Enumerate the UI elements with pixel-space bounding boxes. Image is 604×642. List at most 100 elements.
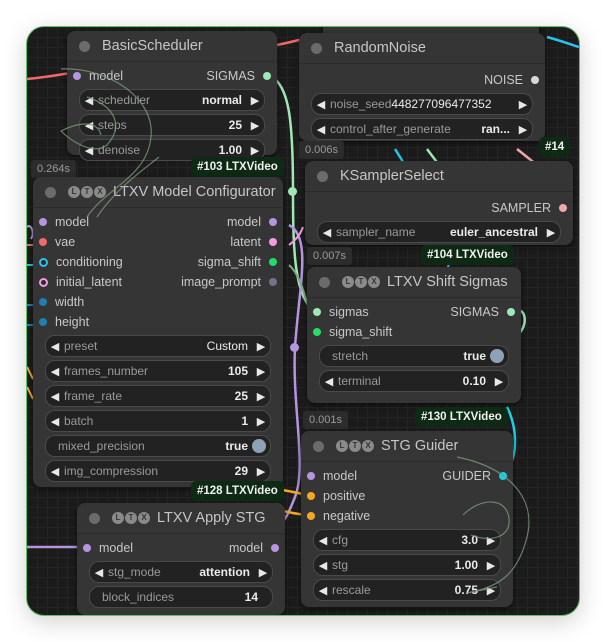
toggle-knob-icon[interactable] — [252, 439, 266, 453]
node-title[interactable]: LTX STG Guider — [301, 431, 513, 462]
widget-img-compression[interactable]: ◀ img_compression 29 ▶ — [45, 460, 271, 482]
arrow-left-icon[interactable]: ◀ — [46, 390, 64, 403]
widget-steps[interactable]: ◀ steps 25 ▶ — [79, 114, 265, 136]
collapse-dot-icon[interactable] — [313, 440, 324, 452]
toggle-stretch[interactable]: stretch true — [319, 345, 509, 367]
slot-dot-icon[interactable] — [269, 258, 277, 266]
widget-frame-rate[interactable]: ◀ frame_rate 25 ▶ — [45, 385, 271, 407]
slot-dot-icon[interactable] — [39, 238, 47, 246]
arrow-left-icon[interactable]: ◀ — [46, 415, 64, 428]
input-slot-model[interactable]: model — [83, 538, 133, 558]
output-slot-sigmas[interactable]: SIGMAS — [206, 66, 271, 86]
toggle-knob-icon[interactable] — [490, 349, 504, 363]
node-title[interactable]: LTX LTXV Apply STG — [77, 503, 285, 534]
widget-terminal[interactable]: ◀ terminal 0.10 ▶ — [319, 370, 509, 392]
input-slot-initial-latent[interactable]: initial_latent — [39, 272, 122, 292]
node-basic-scheduler[interactable]: BasicScheduler model SIGMAS ◀ scheduler … — [67, 31, 277, 161]
collapse-dot-icon[interactable] — [79, 40, 90, 52]
arrow-right-icon[interactable]: ▶ — [252, 415, 270, 428]
arrow-left-icon[interactable]: ◀ — [46, 465, 64, 478]
collapse-dot-icon[interactable] — [45, 186, 56, 198]
widget-stg[interactable]: ◀ stg 1.00 ▶ — [313, 554, 501, 576]
widget-noise-seed[interactable]: ◀ noise_seed 448277096477352 ▶ — [311, 93, 533, 115]
widget-block-indices[interactable]: block_indices 14 — [89, 586, 273, 608]
slot-dot-icon[interactable] — [307, 492, 315, 500]
arrow-left-icon[interactable]: ◀ — [318, 226, 336, 239]
slot-dot-icon[interactable] — [531, 76, 539, 84]
arrow-right-icon[interactable]: ▶ — [252, 390, 270, 403]
arrow-right-icon[interactable]: ▶ — [246, 119, 264, 132]
slot-dot-icon[interactable] — [313, 308, 321, 316]
arrow-left-icon[interactable]: ◀ — [312, 123, 330, 136]
arrow-right-icon[interactable]: ▶ — [482, 534, 500, 547]
node-title[interactable]: KSamplerSelect — [305, 161, 573, 192]
slot-dot-icon[interactable] — [39, 318, 47, 326]
collapse-dot-icon[interactable] — [319, 276, 330, 288]
arrow-right-icon[interactable]: ▶ — [246, 94, 264, 107]
node-ltxv-apply-stg[interactable]: LTX LTXV Apply STG model model ◀ stg_mod… — [77, 503, 285, 615]
widget-rescale[interactable]: ◀ rescale 0.75 ▶ — [313, 579, 501, 601]
node-ltxv-shift-sigmas[interactable]: LTX LTXV Shift Sigmas sigmas SIGMAS sigm… — [307, 267, 521, 403]
node-ltxv-model-configurator[interactable]: LTX LTXV Model Configurator model model … — [33, 177, 283, 487]
arrow-left-icon[interactable]: ◀ — [80, 144, 98, 157]
reroute-point-sigmas[interactable] — [288, 187, 297, 196]
slot-dot-icon[interactable] — [73, 72, 81, 80]
collapse-dot-icon[interactable] — [317, 170, 328, 182]
widget-stg-mode[interactable]: ◀ stg_mode attention ▶ — [89, 561, 273, 583]
arrow-left-icon[interactable]: ◀ — [90, 566, 108, 579]
input-slot-sigma-shift[interactable]: sigma_shift — [313, 322, 392, 342]
node-title[interactable]: RandomNoise — [299, 33, 545, 64]
slot-dot-icon[interactable] — [263, 72, 271, 80]
output-slot-model[interactable]: model — [229, 538, 279, 558]
node-title[interactable]: LTX LTXV Shift Sigmas — [307, 267, 521, 298]
widget-batch[interactable]: ◀ batch 1 ▶ — [45, 410, 271, 432]
output-slot-image-prompt[interactable]: image_prompt — [181, 272, 277, 292]
arrow-right-icon[interactable]: ▶ — [246, 144, 264, 157]
arrow-left-icon[interactable]: ◀ — [314, 534, 332, 547]
output-slot-noise[interactable]: NOISE — [484, 70, 539, 90]
slot-dot-icon[interactable] — [39, 298, 47, 306]
output-slot-model[interactable]: model — [227, 212, 277, 232]
output-slot-latent[interactable]: latent — [230, 232, 277, 252]
widget-preset[interactable]: ◀ preset Custom ▶ — [45, 335, 271, 357]
slot-dot-icon[interactable] — [39, 218, 47, 226]
collapse-dot-icon[interactable] — [89, 512, 100, 524]
output-slot-sampler[interactable]: SAMPLER — [491, 198, 567, 218]
arrow-right-icon[interactable]: ▶ — [514, 98, 532, 111]
input-slot-model[interactable]: model — [307, 466, 357, 486]
arrow-right-icon[interactable]: ▶ — [252, 340, 270, 353]
widget-cfg[interactable]: ◀ cfg 3.0 ▶ — [313, 529, 501, 551]
slot-dot-icon[interactable] — [269, 238, 277, 246]
slot-dot-icon[interactable] — [559, 204, 567, 212]
widget-scheduler[interactable]: ◀ scheduler normal ▶ — [79, 89, 265, 111]
arrow-left-icon[interactable]: ◀ — [46, 365, 64, 378]
input-slot-height[interactable]: height — [39, 312, 89, 332]
slot-dot-icon[interactable] — [269, 278, 277, 286]
arrow-right-icon[interactable]: ▶ — [482, 559, 500, 572]
arrow-left-icon[interactable]: ◀ — [80, 94, 98, 107]
arrow-right-icon[interactable]: ▶ — [254, 566, 272, 579]
arrow-right-icon[interactable]: ▶ — [252, 365, 270, 378]
input-slot-positive[interactable]: positive — [307, 486, 365, 506]
arrow-right-icon[interactable]: ▶ — [542, 226, 560, 239]
slot-dot-icon[interactable] — [313, 328, 321, 336]
widget-sampler-name[interactable]: ◀ sampler_name euler_ancestral ▶ — [317, 221, 561, 243]
node-ksampler-select[interactable]: KSamplerSelect SAMPLER ◀ sampler_name eu… — [305, 161, 573, 245]
slot-dot-icon[interactable] — [307, 472, 315, 480]
slot-dot-icon[interactable] — [507, 308, 515, 316]
slot-dot-icon[interactable] — [83, 544, 91, 552]
input-slot-conditioning[interactable]: conditioning — [39, 252, 123, 272]
slot-dot-icon[interactable] — [39, 277, 48, 287]
arrow-left-icon[interactable]: ◀ — [314, 584, 332, 597]
toggle-mixed-precision[interactable]: mixed_precision true — [45, 435, 271, 457]
arrow-left-icon[interactable]: ◀ — [312, 98, 330, 111]
widget-frames-number[interactable]: ◀ frames_number 105 ▶ — [45, 360, 271, 382]
arrow-right-icon[interactable]: ▶ — [252, 465, 270, 478]
arrow-right-icon[interactable]: ▶ — [482, 584, 500, 597]
slot-dot-icon[interactable] — [307, 512, 315, 520]
input-slot-negative[interactable]: negative — [307, 506, 370, 526]
input-slot-vae[interactable]: vae — [39, 232, 75, 252]
arrow-left-icon[interactable]: ◀ — [46, 340, 64, 353]
collapse-dot-icon[interactable] — [311, 42, 322, 54]
node-title[interactable]: LTX LTXV Model Configurator — [33, 177, 283, 208]
